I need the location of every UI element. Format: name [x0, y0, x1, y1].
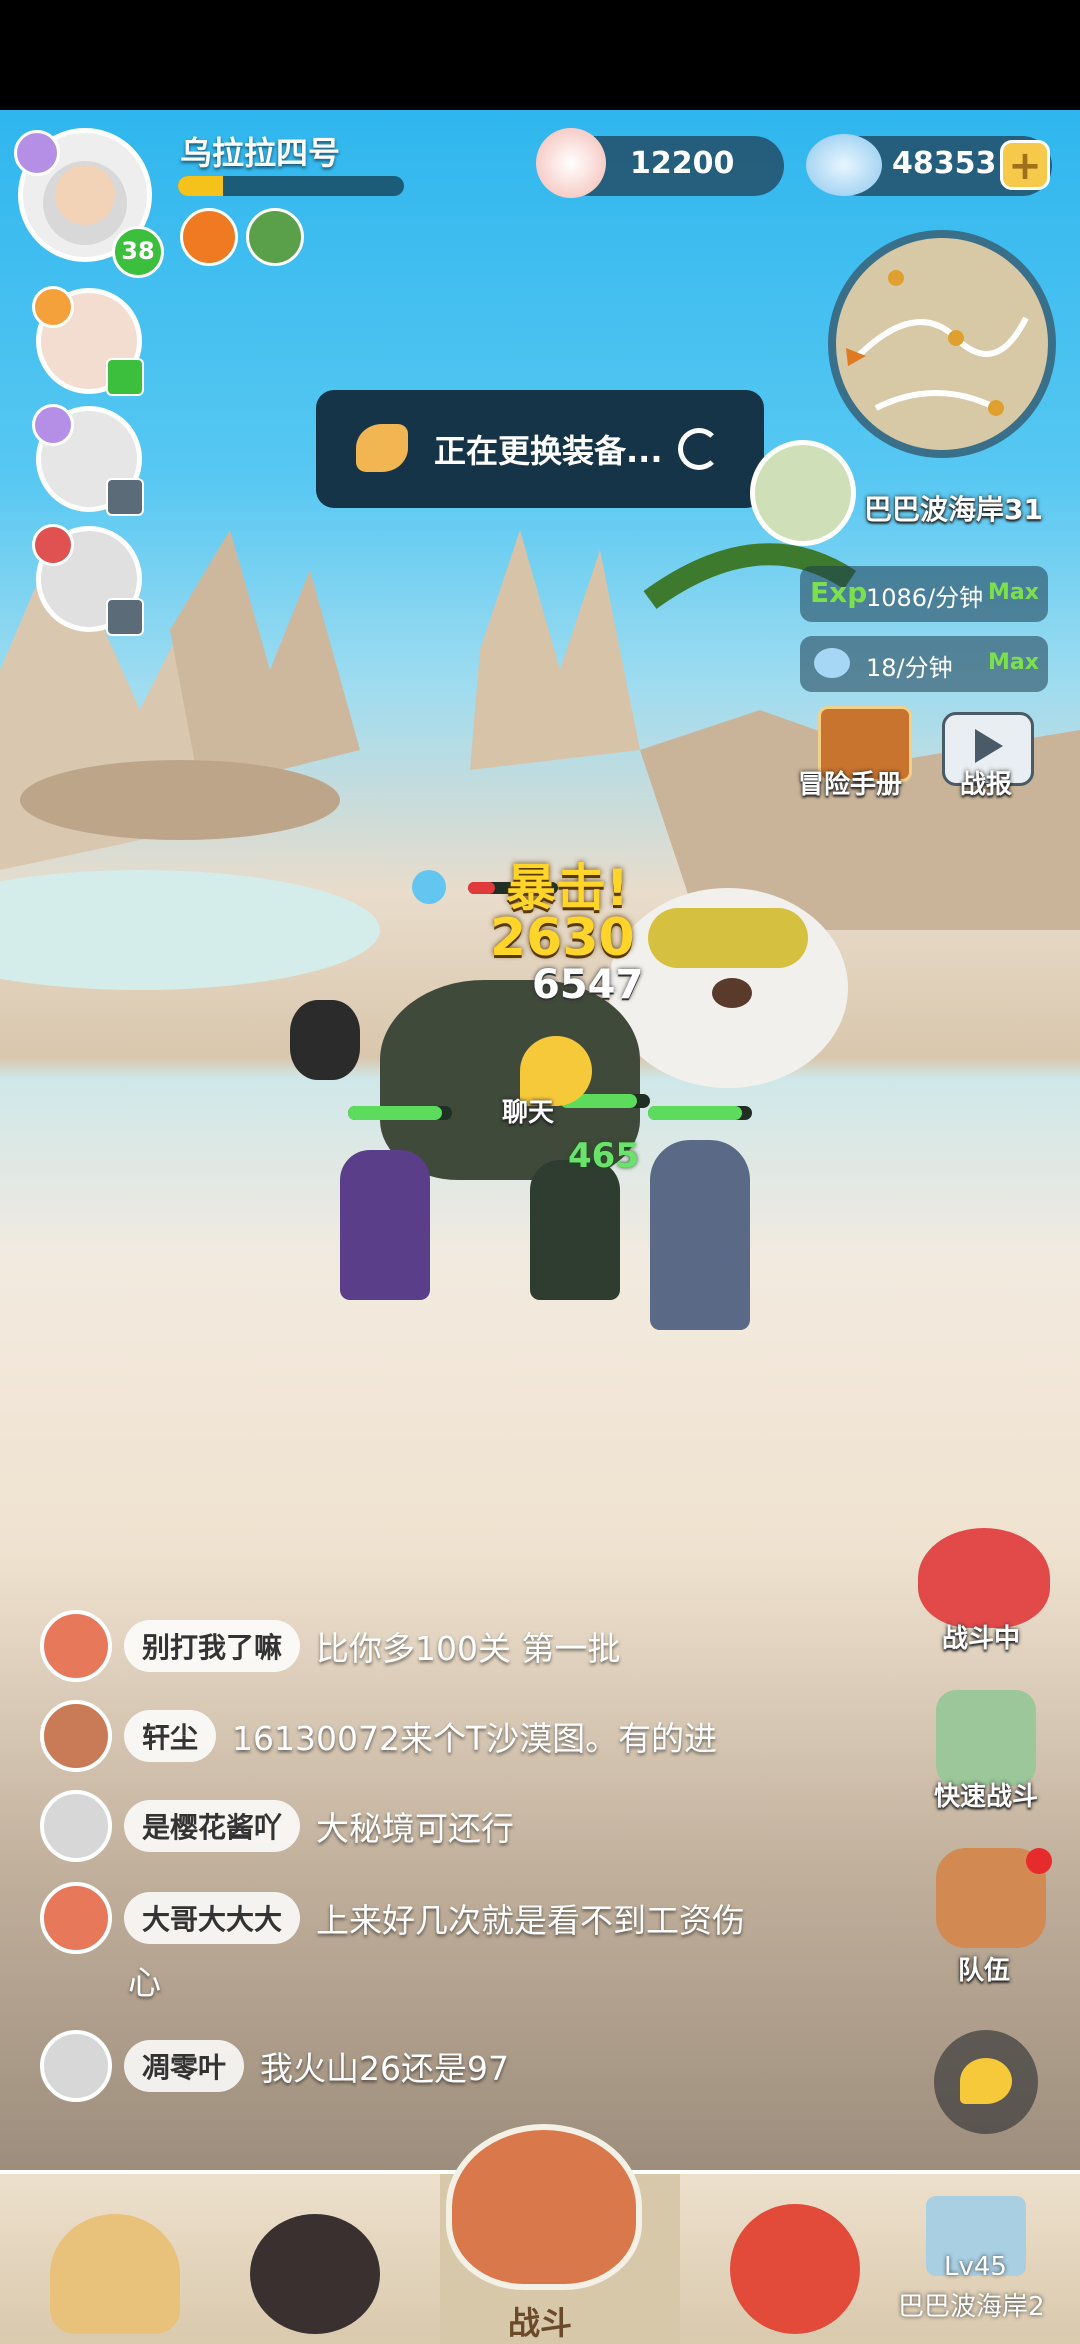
chat-online-icon [106, 358, 144, 396]
chat-sender-name[interactable]: 是樱花酱吖 [124, 1800, 301, 1852]
party-member-3-class-icon [32, 524, 74, 566]
heal-number: 465 [568, 1136, 639, 1176]
exp-label: Exp [810, 576, 868, 609]
tab-warrior[interactable] [20, 2174, 220, 2344]
horn-icon [356, 424, 408, 472]
chat-message-text: 16130072来个T沙漠图。有的进 [232, 1719, 718, 1758]
chat-offline-icon [106, 478, 144, 516]
hero-portrait-icon [250, 2214, 380, 2334]
chat-sender-name[interactable]: 轩尘 [124, 1710, 217, 1762]
chat-offline-icon [106, 598, 144, 636]
class-badge-icon [14, 130, 60, 176]
xp-bar-fill [178, 176, 224, 196]
chat-emoji-icon [960, 2058, 1012, 2104]
toast-text: 正在更换装备... [434, 432, 663, 470]
chat-message-text: 大秘境可还行 [316, 1809, 515, 1848]
xp-bar [178, 176, 404, 196]
chat-avatar[interactable] [40, 1700, 112, 1772]
battle-totem-icon[interactable] [446, 2124, 642, 2290]
adventure-handbook-label[interactable]: 冒险手册 [798, 764, 902, 801]
damage-number-crit: 2630 [490, 908, 635, 968]
warrior-portrait-icon [50, 2214, 180, 2334]
party-member-1-class-icon [32, 286, 74, 328]
fighting-label[interactable]: 战斗中 [942, 1618, 1020, 1655]
chat-message-row[interactable]: 是樱花酱吖 大秘境可还行 [40, 1786, 514, 1866]
chat-message-row[interactable]: 大哥大大大 上来好几次就是看不到工资伤 [40, 1878, 745, 1958]
hero-health-bar [648, 1106, 752, 1120]
pearl-amount: 12200 [630, 146, 735, 181]
chat-message-text: 比你多100关 第一批 [316, 1629, 621, 1668]
exp-max: Max [988, 580, 1039, 605]
minimap[interactable] [828, 230, 1056, 458]
tab-battle-label: 战斗 [507, 2304, 572, 2342]
gem-rate-panel: 18/分钟 Max [800, 636, 1048, 692]
player-level-badge: 38 [112, 226, 164, 278]
team-label[interactable]: 队伍 [958, 1950, 1010, 1987]
pearl-icon [536, 128, 606, 198]
buff-cactus-icon[interactable] [246, 208, 304, 266]
quick-battle-label[interactable]: 快速战斗 [934, 1776, 1038, 1813]
party-member-2-class-icon [32, 404, 74, 446]
tab-hero[interactable] [220, 2174, 420, 2344]
chat-message-row[interactable]: 轩尘 16130072来个T沙漠图。有的进 [40, 1696, 717, 1776]
freeze-icon [412, 870, 446, 904]
chat-avatar[interactable] [40, 1790, 112, 1862]
chat-sender-name[interactable]: 凋零叶 [124, 2040, 245, 2092]
quick-battle-icon[interactable] [936, 1690, 1036, 1786]
gem-max: Max [988, 650, 1039, 675]
hero-mage[interactable] [340, 1150, 430, 1300]
exp-rate-panel: Exp 1086/分钟 Max [800, 566, 1048, 622]
location-name: 巴巴波海岸31 [864, 493, 1043, 526]
chat-toggle-button[interactable] [934, 2030, 1038, 2134]
hero-druid[interactable] [530, 1160, 620, 1300]
hero-health-bar [348, 1106, 452, 1120]
damage-number: 6547 [532, 962, 644, 1008]
chat-bubble-label: 聊天 [502, 1098, 555, 1128]
locked-location: 巴巴波海岸2 [898, 2292, 1045, 2322]
chat-message-row[interactable]: 别打我了嘛 比你多100关 第一批 [40, 1606, 621, 1686]
tab-pet[interactable] [700, 2174, 900, 2344]
tab-locked-area[interactable]: Lv45 巴巴波海岸2 [880, 2174, 1080, 2344]
chat-sender-name[interactable]: 大哥大大大 [124, 1892, 301, 1944]
dragon-pet-icon [730, 2204, 860, 2334]
chat-avatar[interactable] [40, 1882, 112, 1954]
chat-message-text: 我火山26还是97 [260, 2049, 509, 2088]
locked-level: Lv45 [944, 2252, 1007, 2282]
hero-archer[interactable] [650, 1140, 750, 1330]
add-gems-button[interactable]: + [1000, 140, 1050, 190]
gem-small-icon [814, 648, 850, 678]
pufferfish-enemy[interactable] [608, 888, 848, 1088]
chat-message-row[interactable]: 凋零叶 我火山26还是97 [40, 2026, 509, 2106]
status-bar [0, 0, 1080, 110]
bird-enemy[interactable] [290, 1000, 360, 1080]
notification-dot [1026, 1848, 1052, 1874]
gem-rate: 18/分钟 [866, 654, 953, 682]
chat-avatar[interactable] [40, 1610, 112, 1682]
battle-report-label[interactable]: 战报 [960, 764, 1012, 801]
chat-message-text: 上来好几次就是看不到工资伤 [316, 1901, 746, 1940]
gem-icon [806, 134, 882, 196]
loading-spinner-icon [678, 428, 720, 470]
player-name: 乌拉拉四号 [180, 134, 341, 172]
gem-amount: 48353 [892, 146, 997, 181]
location-boss-avatar[interactable] [750, 440, 856, 546]
minimap-path-art [846, 270, 1029, 416]
chat-avatar[interactable] [40, 2030, 112, 2102]
equipment-toast: 正在更换装备... [316, 390, 764, 508]
buff-fire-icon[interactable] [180, 208, 238, 266]
chat-message-text-continued: 心 [128, 1963, 161, 2002]
fighting-boss-icon[interactable] [918, 1528, 1050, 1628]
chat-sender-name[interactable]: 别打我了嘛 [124, 1620, 301, 1672]
exp-rate: 1086/分钟 [866, 584, 984, 612]
